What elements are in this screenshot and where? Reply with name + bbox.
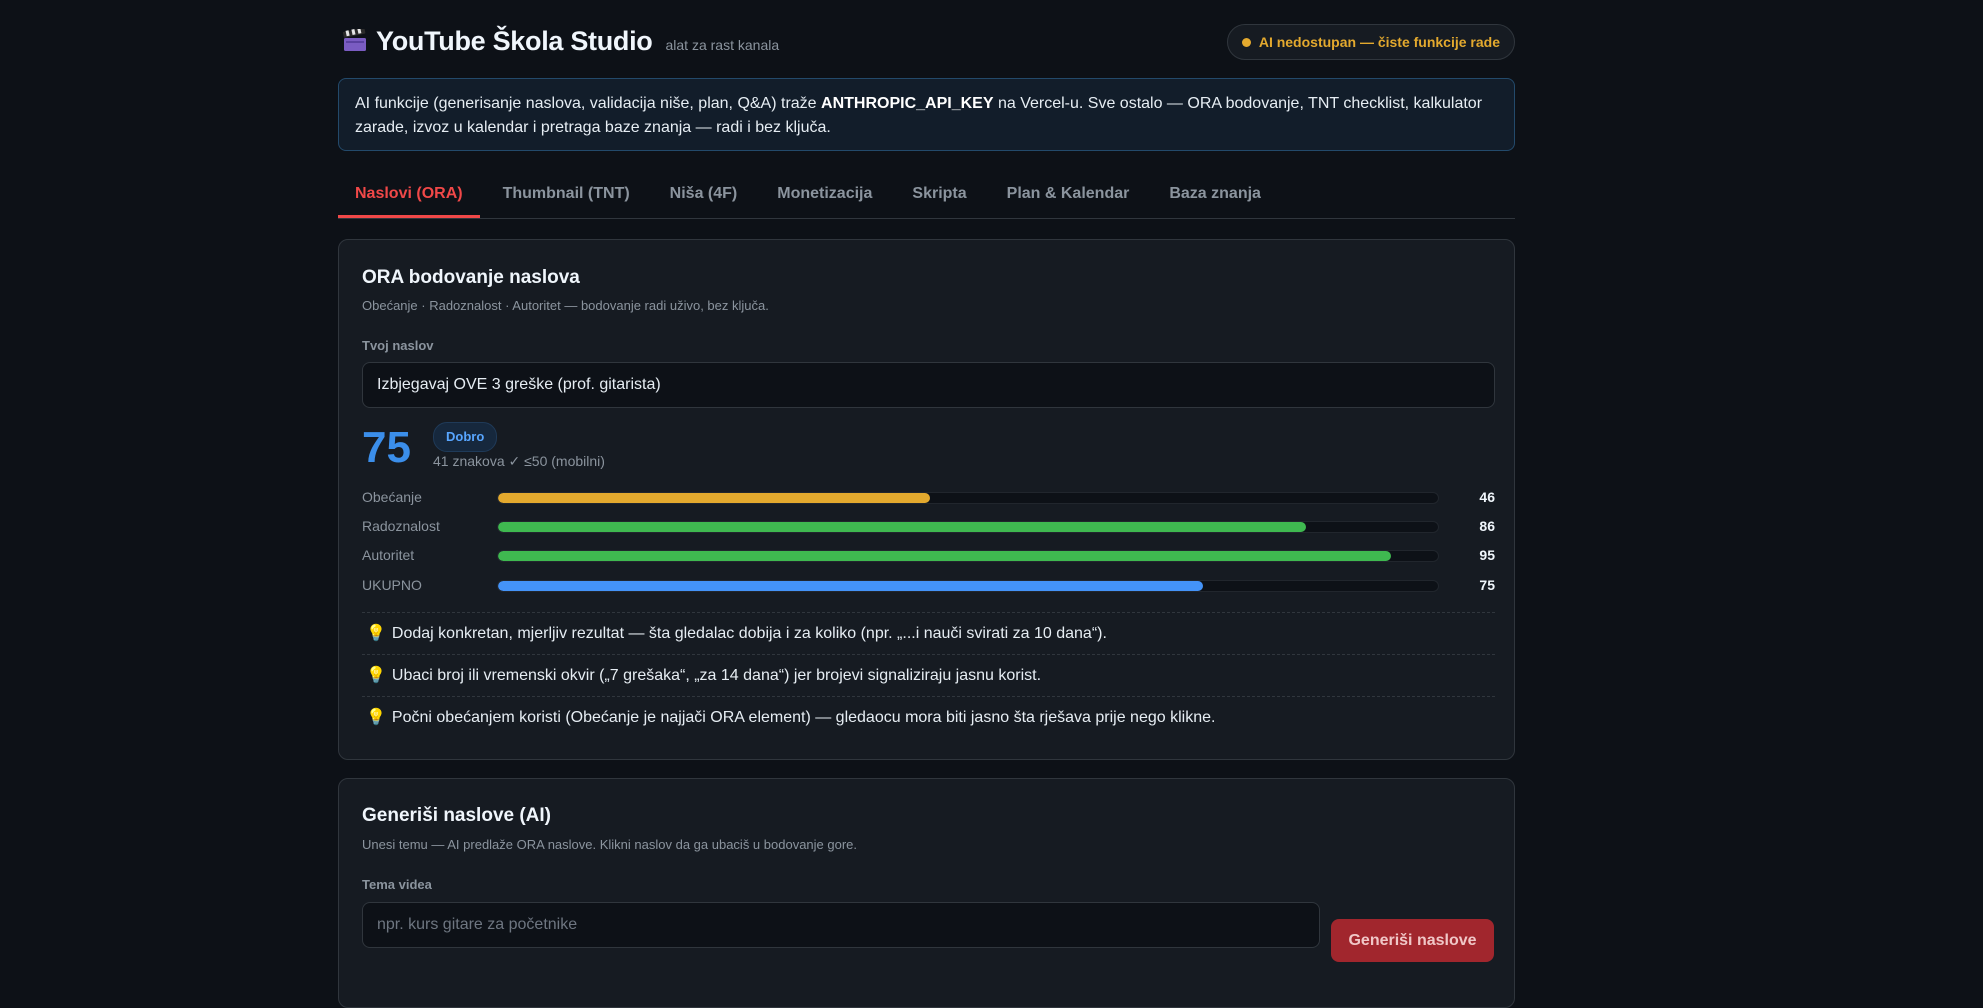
status-dot-icon: [1241, 37, 1251, 47]
bar-value: 95: [1479, 547, 1495, 563]
bar-row-ukupno: UKUPNO 75: [362, 576, 1495, 596]
tab-thumbnail[interactable]: Thumbnail (TNT): [486, 170, 647, 218]
notice-api-key: ANTHROPIC_API_KEY: [821, 95, 994, 112]
notice-text-start: AI funkcije (generisanje naslova, valida…: [355, 95, 822, 112]
ora-score-card: ORA bodovanje naslova Obećanje · Radozna…: [338, 239, 1515, 760]
tab-skripta[interactable]: Skripta: [895, 170, 983, 218]
tab-monetizacija[interactable]: Monetizacija: [760, 170, 889, 218]
topic-field-label: Tema videa: [362, 877, 432, 892]
title-input[interactable]: [362, 362, 1495, 408]
topic-input[interactable]: [362, 902, 1320, 948]
tip-item: 💡 Dodaj konkretan, mjerljiv rezultat — št…: [362, 612, 1495, 654]
bar-row-autoritet: Autoritet 95: [362, 546, 1495, 566]
bar-value: 75: [1479, 577, 1495, 593]
bar-track: [497, 550, 1439, 562]
gen-card-desc: Unesi temu — AI predlaže ORA naslove. Kl…: [362, 837, 858, 852]
char-count: 41 znakova ✓ ≤50 (mobilni): [433, 453, 605, 469]
app-root: YouTube Škola Studio alat za rast kanala…: [338, 0, 1515, 1008]
lightbulb-icon: 💡: [366, 709, 386, 726]
bar-track: [497, 521, 1439, 533]
bar-label: Obećanje: [362, 489, 422, 505]
tip-item: 💡 Počni obećanjem koristi (Obećanje je na…: [362, 696, 1495, 738]
generate-titles-button[interactable]: Generiši naslove: [1331, 919, 1494, 962]
api-key-notice: AI funkcije (generisanje naslova, valida…: [338, 78, 1515, 151]
bar-label: Radoznalost: [362, 518, 440, 534]
ora-card-title: ORA bodovanje naslova: [362, 267, 580, 288]
tip-text: Ubaci broj ili vremenski okvir („7 greša…: [391, 667, 1042, 684]
header: YouTube Škola Studio alat za rast kanala…: [338, 0, 1515, 78]
tip-item: 💡 Ubaci broj ili vremenski okvir („7 greš…: [362, 654, 1495, 696]
bar-fill: [498, 522, 1307, 532]
bar-fill: [498, 493, 931, 503]
tip-text: Počni obećanjem koristi (Obećanje je naj…: [391, 709, 1216, 726]
ai-status-badge: AI nedostupan — čiste funkcije rade: [1226, 24, 1515, 60]
app-title: YouTube Škola Studio: [376, 26, 653, 56]
bar-track: [497, 492, 1439, 504]
tab-bar: Naslovi (ORA) Thumbnail (TNT) Niša (4F) …: [338, 170, 1515, 219]
tab-naslovi[interactable]: Naslovi (ORA): [338, 170, 480, 218]
bar-row-obecanje: Obećanje 46: [362, 488, 1495, 508]
bar-label: Autoritet: [362, 547, 415, 563]
title-field-label: Tvoj naslov: [362, 338, 434, 353]
bar-label: UKUPNO: [362, 577, 422, 593]
lightbulb-icon: 💡: [366, 625, 386, 642]
brand: YouTube Škola Studio alat za rast kanala: [342, 26, 779, 57]
tip-text: Dodaj konkretan, mjerljiv rezultat — šta…: [391, 625, 1107, 642]
bar-fill: [498, 551, 1391, 561]
app-subtitle: alat za rast kanala: [665, 37, 780, 53]
generate-titles-card: Generiši naslove (AI) Unesi temu — AI pr…: [338, 778, 1515, 1008]
gen-card-title: Generiši naslove (AI): [362, 805, 552, 826]
bar-row-radoznalost: Radoznalost 86: [362, 517, 1495, 537]
tab-nisa[interactable]: Niša (4F): [653, 170, 755, 218]
lightbulb-icon: 💡: [366, 667, 386, 684]
tab-plan-kalendar[interactable]: Plan & Kalendar: [990, 170, 1147, 218]
bar-fill: [498, 581, 1203, 591]
score-rating-badge: Dobro: [433, 422, 498, 452]
bar-value: 46: [1479, 489, 1495, 505]
ora-total-score: 75: [362, 423, 411, 472]
ai-status-text: AI nedostupan — čiste funkcije rade: [1258, 34, 1500, 50]
bar-track: [497, 580, 1439, 592]
clapperboard-icon: [342, 27, 368, 60]
bar-value: 86: [1479, 518, 1495, 534]
ora-card-desc: Obećanje · Radoznalost · Autoritet — bod…: [362, 298, 769, 313]
tab-baza-znanja[interactable]: Baza znanja: [1152, 170, 1278, 218]
